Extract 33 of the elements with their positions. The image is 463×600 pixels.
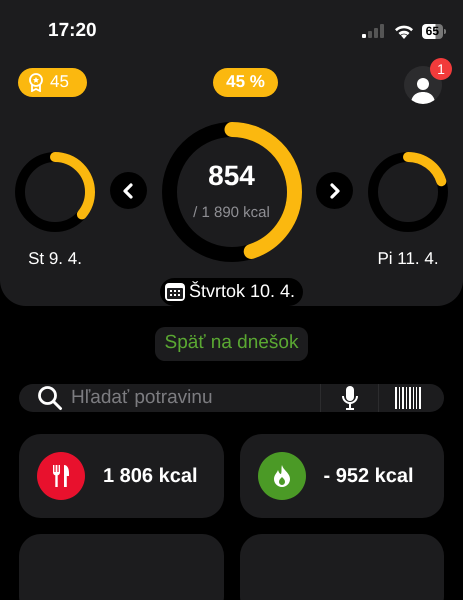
calorie-goal: / 1 890 kcal (193, 202, 270, 223)
search-icon (37, 384, 63, 411)
calorie-value: - 952 kcal (324, 464, 414, 489)
barcode-scan-button[interactable] (378, 384, 444, 412)
calendar-icon (164, 282, 186, 302)
search-field[interactable]: Hľadať potravinu (71, 384, 320, 412)
day-label: St 9. 4. (28, 248, 82, 270)
back-to-today-button[interactable]: Späť na dnešok (154, 326, 308, 360)
fork-knife-icon (51, 464, 71, 488)
wifi-icon (394, 24, 414, 38)
barcode-icon (395, 386, 421, 409)
calories-eaten: 854 (208, 162, 255, 190)
person-icon (410, 76, 436, 104)
award-icon (28, 72, 44, 92)
calorie-value: 1 806 kcal (103, 464, 198, 489)
calorie-card[interactable]: - 952 kcal (240, 434, 444, 518)
chevron-right-icon (328, 182, 342, 198)
percent-badge: 45 % (213, 68, 278, 96)
notification-badge: 1 (430, 58, 452, 80)
flame-icon (272, 464, 290, 488)
previous-day-button[interactable] (110, 172, 147, 209)
chevron-left-icon (121, 182, 136, 198)
battery-indicator: 65 (422, 24, 446, 38)
next-day-button[interactable] (316, 172, 354, 209)
streak-count: 45 (50, 71, 69, 94)
search-bar[interactable]: Hľadať potravinu (19, 384, 320, 412)
clock: 17:20 (48, 18, 97, 43)
microphone-icon (340, 384, 358, 411)
voice-search-button[interactable] (320, 384, 378, 412)
calorie-card[interactable]: 1 806 kcal (19, 434, 224, 518)
signal-icon (362, 24, 386, 38)
date-pill[interactable]: Štvrtok 10. 4. (160, 278, 304, 306)
day-label: Pi 11. 4. (377, 248, 439, 270)
